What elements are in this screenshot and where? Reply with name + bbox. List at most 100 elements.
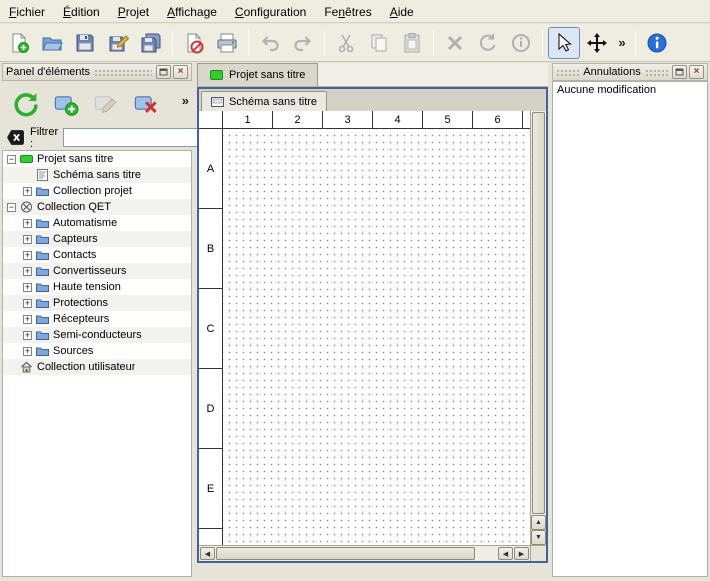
- undo-panel-titlebar[interactable]: Annulations ×: [552, 63, 708, 81]
- schema-view: 1 2 3 4 5 6 A B C D E: [199, 111, 546, 561]
- collapse-icon[interactable]: −: [7, 203, 16, 212]
- dock-close-button[interactable]: ×: [173, 65, 188, 79]
- menu-projet[interactable]: Projet: [109, 0, 158, 22]
- expand-icon[interactable]: +: [23, 315, 32, 324]
- tree-item-capteurs[interactable]: + Capteurs: [3, 231, 191, 247]
- paste-button[interactable]: [396, 27, 428, 59]
- open-project-button[interactable]: [36, 27, 68, 59]
- expand-icon[interactable]: +: [23, 299, 32, 308]
- vertical-scrollbar[interactable]: ▲ ▼: [530, 111, 546, 545]
- toolbar-separator: [433, 30, 434, 56]
- dock-drag-grip[interactable]: [645, 68, 668, 76]
- menu-fichier[interactable]: Fichier: [0, 0, 54, 22]
- pan-mode-button[interactable]: [581, 27, 613, 59]
- tree-item-project[interactable]: − Projet sans titre: [3, 151, 191, 167]
- schema-tab-label: Schéma sans titre: [229, 96, 317, 108]
- scroll-right-button[interactable]: ▶: [514, 547, 529, 560]
- tree-item-protections[interactable]: + Protections: [3, 295, 191, 311]
- tree-item-collection-projet[interactable]: + Collection projet: [3, 183, 191, 199]
- scrollbar-track[interactable]: [216, 547, 497, 560]
- close-file-button[interactable]: [178, 27, 210, 59]
- tree-item-sources[interactable]: + Sources: [3, 343, 191, 359]
- scroll-up-button[interactable]: ▲: [531, 515, 546, 530]
- element-info-button[interactable]: [505, 27, 537, 59]
- expand-icon[interactable]: +: [23, 251, 32, 260]
- filter-input[interactable]: [63, 128, 213, 147]
- expand-icon[interactable]: +: [23, 347, 32, 356]
- save-button[interactable]: [69, 27, 101, 59]
- scroll-down-button[interactable]: ▼: [531, 530, 546, 545]
- tree-item-label: Projet sans titre: [37, 153, 113, 165]
- float-window-icon: [675, 68, 684, 76]
- scrollbar-thumb[interactable]: [216, 547, 475, 560]
- scroll-left-button-2[interactable]: ◀: [498, 547, 513, 560]
- dock-float-button[interactable]: [672, 65, 687, 79]
- schema-tab-icon: [211, 97, 224, 107]
- undo-history-list[interactable]: Aucune modification: [552, 81, 708, 577]
- tree-item-haute-tension[interactable]: + Haute tension: [3, 279, 191, 295]
- select-mode-button[interactable]: [548, 27, 580, 59]
- menu-aide[interactable]: Aide: [381, 0, 423, 22]
- menu-label-part: P: [118, 5, 126, 19]
- rotate-button[interactable]: [472, 27, 504, 59]
- tree-item-label: Protections: [53, 297, 108, 309]
- print-icon: [216, 32, 238, 54]
- elements-panel-titlebar[interactable]: Panel d'éléments ×: [2, 63, 192, 81]
- dock-float-button[interactable]: [156, 65, 171, 79]
- clear-filter-button[interactable]: [6, 128, 25, 147]
- expand-icon[interactable]: +: [23, 267, 32, 276]
- dock-drag-grip[interactable]: [94, 68, 152, 76]
- menu-fenetres[interactable]: Fenêtres: [315, 0, 380, 22]
- dock-drag-grip[interactable]: [556, 68, 579, 76]
- undo-button[interactable]: [254, 27, 286, 59]
- tree-item-contacts[interactable]: + Contacts: [3, 247, 191, 263]
- toolbar-overflow-button[interactable]: »: [614, 27, 630, 59]
- expand-icon[interactable]: +: [23, 235, 32, 244]
- menu-label-part: F: [9, 5, 16, 19]
- tree-item-convertisseurs[interactable]: + Convertisseurs: [3, 263, 191, 279]
- tree-item-label: Automatisme: [53, 217, 117, 229]
- delete-element-button[interactable]: [127, 85, 163, 121]
- expand-icon[interactable]: +: [23, 187, 32, 196]
- cut-button[interactable]: [330, 27, 362, 59]
- dock-close-button[interactable]: ×: [689, 65, 704, 79]
- tree-item-automatisme[interactable]: + Automatisme: [3, 215, 191, 231]
- tree-item-label: Haute tension: [53, 281, 121, 293]
- tab-schema[interactable]: Schéma sans titre: [201, 91, 327, 111]
- scrollbar-track[interactable]: [532, 112, 545, 514]
- delete-button[interactable]: [439, 27, 471, 59]
- save-as-button[interactable]: [102, 27, 134, 59]
- expand-icon[interactable]: +: [23, 331, 32, 340]
- new-file-button[interactable]: [3, 27, 35, 59]
- scroll-left-button[interactable]: ◀: [200, 547, 215, 560]
- tab-project[interactable]: Projet sans titre: [197, 63, 318, 86]
- menu-edition[interactable]: Édition: [54, 0, 109, 22]
- reload-collections-button[interactable]: [7, 85, 43, 121]
- print-button[interactable]: [211, 27, 243, 59]
- expand-icon[interactable]: +: [23, 219, 32, 228]
- panel-toolbar-overflow-button[interactable]: »: [182, 93, 189, 108]
- schema-canvas[interactable]: [223, 129, 530, 545]
- save-all-button[interactable]: [135, 27, 167, 59]
- move-arrows-icon: [586, 32, 608, 54]
- ruler-column-label: 6: [473, 111, 523, 128]
- tree-item-label: Sources: [53, 345, 93, 357]
- tree-item-label: Contacts: [53, 249, 96, 261]
- tree-item-collection-utilisateur[interactable]: Collection utilisateur: [3, 359, 191, 375]
- edit-element-button[interactable]: [87, 85, 123, 121]
- copy-button[interactable]: [363, 27, 395, 59]
- tree-item-schema[interactable]: Schéma sans titre: [3, 167, 191, 183]
- tree-item-recepteurs[interactable]: + Récepteurs: [3, 311, 191, 327]
- scrollbar-thumb[interactable]: [532, 112, 545, 514]
- menu-affichage[interactable]: Affichage: [158, 0, 226, 22]
- horizontal-scrollbar[interactable]: ◀ ◀ ▶: [199, 545, 530, 561]
- redo-button[interactable]: [287, 27, 319, 59]
- tree-item-collection-qet[interactable]: − Collection QET: [3, 199, 191, 215]
- about-button[interactable]: [641, 27, 673, 59]
- cursor-arrow-icon: [553, 32, 575, 54]
- new-element-button[interactable]: [47, 85, 83, 121]
- expand-icon[interactable]: +: [23, 283, 32, 292]
- menu-configuration[interactable]: Configuration: [226, 0, 315, 22]
- tree-item-semi-conducteurs[interactable]: + Semi-conducteurs: [3, 327, 191, 343]
- collapse-icon[interactable]: −: [7, 155, 16, 164]
